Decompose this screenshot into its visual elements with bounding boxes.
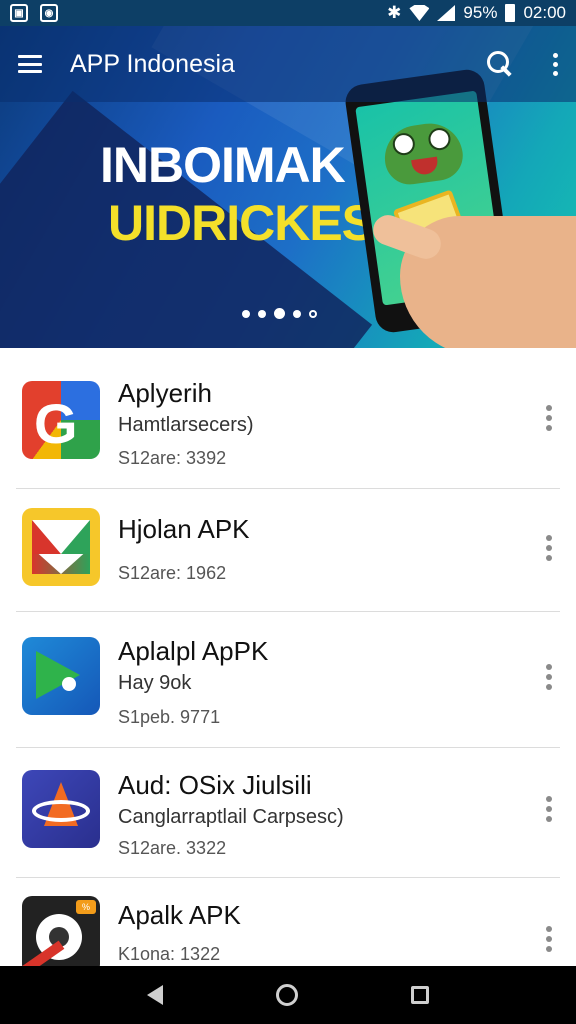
app-meta: K1ona: 1322 xyxy=(118,944,221,964)
list-item[interactable]: Aud: OSix Jiulsili Canglarraptlail Carps… xyxy=(16,748,560,878)
list-item[interactable]: % Apalk APK K1ona: 1322 xyxy=(16,878,560,966)
carousel-dot-active[interactable] xyxy=(274,308,285,319)
system-nav-bar xyxy=(0,966,576,1024)
disc-icon: % xyxy=(22,896,100,966)
app-meta: S12are. 3322 xyxy=(118,838,227,858)
orbit-arrow-icon xyxy=(22,770,100,848)
banner-headline: INBOIMAK xyxy=(100,137,346,193)
search-icon[interactable] xyxy=(487,51,513,77)
frog-mascot-icon xyxy=(380,119,466,188)
google-g-icon: G xyxy=(22,381,100,459)
app-notification-icon: ◉ xyxy=(40,4,58,22)
list-item[interactable]: Aplalpl ApPK Hay 9ok S1peb. 9771 xyxy=(16,612,560,748)
back-icon[interactable] xyxy=(146,985,163,1005)
item-menu-icon[interactable] xyxy=(546,926,552,952)
list-item[interactable]: Hjolan APK S12are: 1962 xyxy=(16,489,560,612)
app-title: APP Indonesia xyxy=(70,49,235,78)
carousel-dot[interactable] xyxy=(293,309,301,318)
carousel-dot[interactable] xyxy=(258,309,266,318)
app-meta: S12are: 3392 xyxy=(118,448,227,468)
list-item[interactable]: G Aplyerih Hamtlarsecers) S12are: 3392 xyxy=(16,348,560,489)
app-list: G Aplyerih Hamtlarsecers) S12are: 3392 H… xyxy=(0,348,576,966)
item-menu-icon[interactable] xyxy=(546,796,552,822)
carousel-dot[interactable] xyxy=(242,309,250,318)
app-name: Aplyerih xyxy=(118,378,212,408)
overflow-menu-icon[interactable] xyxy=(553,52,558,76)
hero-banner[interactable]: APP Indonesia INBOIMAK UIDRICKESAI xyxy=(0,26,576,348)
bluetooth-icon: ✱ xyxy=(387,3,402,22)
app-subtitle: Hay 9ok xyxy=(118,672,192,694)
signal-icon xyxy=(437,5,456,21)
envelope-icon xyxy=(22,508,100,586)
menu-icon[interactable] xyxy=(18,55,42,73)
image-notification-icon: ▣ xyxy=(10,4,28,22)
app-meta: S12are: 1962 xyxy=(118,563,227,583)
app-name: Hjolan APK xyxy=(118,514,250,544)
home-icon[interactable] xyxy=(275,984,298,1006)
status-bar: ▣ ◉ ✱ 95% 02:00 xyxy=(0,0,576,26)
app-name: Aud: OSix Jiulsili xyxy=(118,770,312,800)
play-store-icon xyxy=(22,637,100,715)
recents-icon[interactable] xyxy=(411,986,430,1004)
app-meta: S1peb. 9771 xyxy=(118,707,221,727)
item-menu-icon[interactable] xyxy=(546,664,552,690)
wifi-icon xyxy=(409,5,430,21)
carousel-dot[interactable] xyxy=(309,309,317,318)
item-menu-icon[interactable] xyxy=(546,405,552,431)
app-bar: APP Indonesia xyxy=(0,26,576,102)
battery-percent: 95% xyxy=(463,3,498,22)
status-time: 02:00 xyxy=(523,3,566,22)
carousel-indicator[interactable] xyxy=(242,308,317,319)
app-name: Aplalpl ApPK xyxy=(118,636,269,666)
item-menu-icon[interactable] xyxy=(546,535,552,561)
battery-icon xyxy=(505,4,516,22)
app-subtitle: Hamtlarsecers) xyxy=(118,414,254,436)
app-subtitle: Canglarraptlail Carpsesc) xyxy=(118,806,344,828)
app-name: Apalk APK xyxy=(118,900,241,930)
